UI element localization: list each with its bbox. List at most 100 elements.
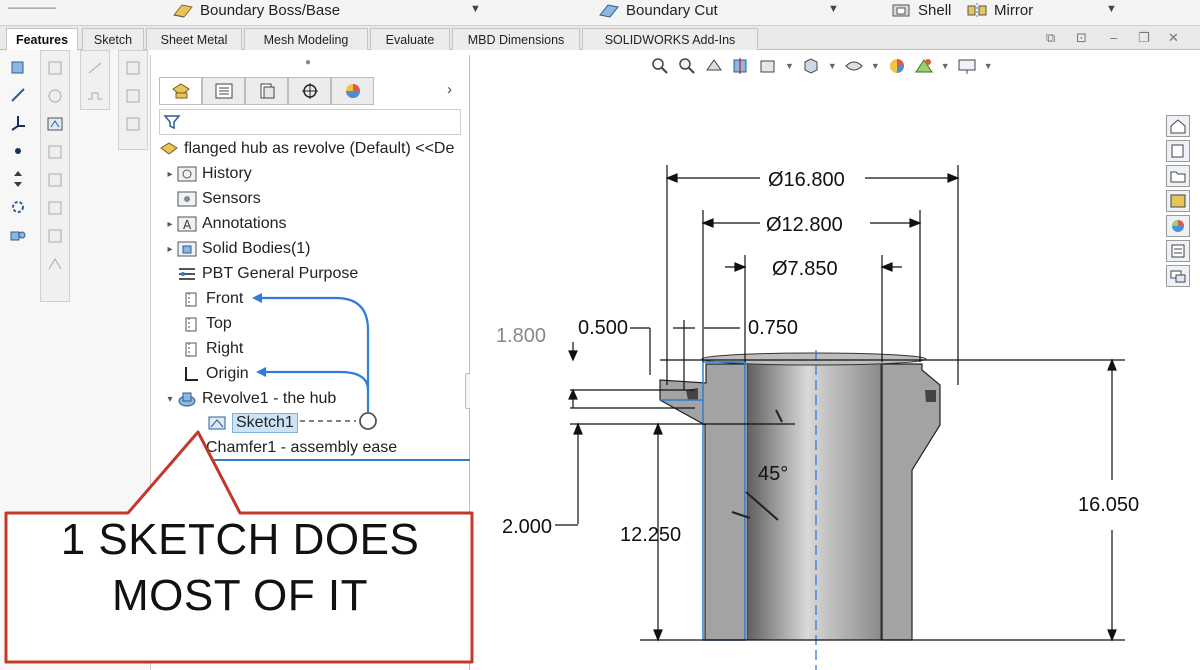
dimension-16-050[interactable]: 16.050 [1078,494,1139,516]
tree-item-sketch1[interactable]: Sketch1 [207,411,298,435]
sketch-tool-icon[interactable] [44,57,66,79]
tab-mbd-dimensions[interactable]: MBD Dimensions [452,28,580,50]
tree-root-part[interactable]: flanged hub as revolve (Default) <<De [159,137,454,161]
sketch-tool-icon[interactable] [44,169,66,191]
move-icon[interactable] [7,168,29,190]
sketch-tool-icon[interactable] [122,85,144,107]
tree-item-origin[interactable]: Origin [181,362,249,386]
sketch-tool-icon[interactable] [122,57,144,79]
callout-line-1: 1 SKETCH DOES [60,515,420,564]
point-icon[interactable] [7,140,29,162]
sketch-tool-icon[interactable] [84,85,106,107]
configuration-manager-tab[interactable] [245,77,288,105]
dimension-0-500[interactable]: 0.500 [578,317,628,339]
tab-features[interactable]: Features [6,28,78,50]
revolve-icon [177,390,197,408]
tree-item-material[interactable]: PBT General Purpose [177,262,358,286]
expand-arrow-icon[interactable]: ▸ [163,244,177,255]
boundary-cut-button[interactable]: Boundary Cut [598,0,718,20]
tab-mesh-modeling[interactable]: Mesh Modeling [244,28,368,50]
display-manager-tab[interactable] [331,77,374,105]
property-manager-tab[interactable] [202,77,245,105]
home-icon[interactable] [1166,115,1190,137]
shell-button[interactable]: Shell [890,0,951,20]
smart-dimension-icon[interactable] [44,113,66,135]
tree-item-history[interactable]: ▸ History [163,162,251,186]
feature-tree-icon [171,83,190,99]
tree-item-chamfer1[interactable]: Chamfer1 - assembly ease [181,436,397,460]
axis-icon[interactable] [7,112,29,134]
expand-arrow-icon[interactable]: ▸ [163,169,177,180]
tree-item-top-plane[interactable]: Top [181,312,232,336]
line-icon[interactable] [7,84,29,106]
vertical-toolbar-4 [118,50,148,150]
expand-arrow-icon[interactable]: ▸ [163,219,177,230]
forum-icon[interactable] [1166,265,1190,287]
close-icon[interactable]: ✕ [1168,30,1179,46]
instant3d-icon[interactable] [7,224,29,246]
dimension-diameter-7-850[interactable]: Ø7.850 [772,258,838,280]
sketch-icon [207,414,227,432]
dimxpert-manager-tab[interactable] [288,77,331,105]
appearance-icon [345,84,360,98]
dimension-0-750[interactable]: 0.750 [748,317,798,339]
view-palette-icon[interactable] [1166,190,1190,212]
window-restore-icon[interactable]: ⧉ [1046,30,1055,46]
sketch-tool-icon[interactable] [44,225,66,247]
sketch-tool-icon[interactable] [44,141,66,163]
history-icon [177,165,197,183]
dimension-diameter-16-800[interactable]: Ø16.800 [768,169,845,191]
curves-icon[interactable] [7,196,29,218]
tree-item-label: Origin [206,365,249,382]
tab-solidworks-add-ins[interactable]: SOLIDWORKS Add-Ins [582,28,758,50]
vertical-toolbar-2 [40,50,70,302]
sketch-tool-icon[interactable] [122,113,144,135]
tree-item-sensors[interactable]: Sensors [177,187,261,211]
design-library-icon[interactable] [1166,140,1190,162]
restore-icon[interactable]: ❐ [1138,30,1150,46]
sketch-tool-icon[interactable] [44,197,66,219]
minimize-icon[interactable]: – [1110,30,1117,45]
tab-sketch[interactable]: Sketch [82,28,144,50]
tab-evaluate[interactable]: Evaluate [370,28,450,50]
chevron-down-icon[interactable]: ▼ [828,3,839,15]
tree-item-right-plane[interactable]: Right [181,337,243,361]
window-tile-icon[interactable]: ⊡ [1076,30,1087,46]
mirror-button[interactable]: Mirror [966,0,1033,20]
origin-icon [181,365,201,383]
annotations-icon: A [177,215,197,233]
appearances-icon[interactable] [1166,215,1190,237]
tab-sheet-metal[interactable]: Sheet Metal [146,28,242,50]
vertical-toolbar-1 [4,50,34,246]
sketch-tool-icon[interactable] [84,57,106,79]
collapse-arrow-icon[interactable]: ▾ [163,394,177,405]
plane-icon [181,290,201,308]
tree-filter-box[interactable] [159,109,461,135]
boundary-cut-label: Boundary Cut [626,1,718,19]
part-groove-right [925,390,936,402]
chevron-down-icon[interactable]: ▼ [1106,3,1117,15]
dimension-2-000[interactable]: 2.000 [502,516,552,538]
tree-item-front-plane[interactable]: Front [181,287,243,311]
tree-item-revolve1[interactable]: ▾ Revolve1 - the hub [163,387,336,411]
sketch-tool-icon[interactable] [44,253,66,275]
feature-manager-tab[interactable] [159,77,202,105]
dimension-1-800[interactable]: 1.800 [496,325,546,347]
dimension-angle-45[interactable]: 45° [758,463,788,485]
tree-item-solid-bodies[interactable]: ▸ Solid Bodies(1) [163,237,310,261]
sketch-tool-icon[interactable] [44,85,66,107]
chevron-down-icon[interactable]: ▼ [470,3,481,15]
plane-icon [181,340,201,358]
graphics-viewport[interactable]: ▼ ▼ ▼ ▼ ▼ Ø16.800 Ø12.800 Ø7.850 1.800 0… [470,50,1200,670]
panel-handle-icon[interactable]: ● [305,57,311,68]
dimension-12-250[interactable]: 12.250 [620,524,681,546]
chevron-right-icon[interactable]: › [447,81,452,98]
dimension-diameter-12-800[interactable]: Ø12.800 [766,214,843,236]
tree-item-annotations[interactable]: ▸ A Annotations [163,212,286,236]
plane-icon [181,315,201,333]
boundary-boss-base-button[interactable]: Boundary Boss/Base [172,0,340,20]
extruded-boss-icon[interactable] [7,56,29,78]
mirror-icon [967,3,987,18]
file-explorer-icon[interactable] [1166,165,1190,187]
custom-properties-icon[interactable] [1166,240,1190,262]
